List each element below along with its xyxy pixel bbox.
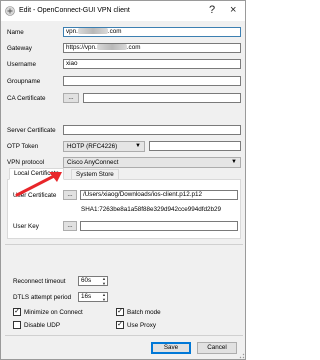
cancel-button[interactable]: Cancel bbox=[197, 342, 237, 354]
resize-grip-icon[interactable] bbox=[237, 351, 245, 359]
server-certificate-label: Server Certificate bbox=[7, 127, 56, 134]
user-key-label: User Key bbox=[13, 223, 39, 230]
gateway-value-prefix: https://vpn. bbox=[66, 44, 97, 51]
red-arrow-annotation bbox=[15, 172, 62, 197]
reconnect-timeout-label: Reconnect timeout bbox=[13, 278, 66, 285]
title-bar[interactable]: Edit - OpenConnect-GUI VPN client ? × bbox=[1, 1, 245, 21]
reconnect-timeout-spinbox[interactable]: 60s ▲ ▼ bbox=[78, 276, 108, 286]
vpn-protocol-dropdown[interactable]: Cisco AnyConnect ▼ bbox=[63, 157, 241, 168]
dtls-attempt-period-value: 16s bbox=[81, 293, 92, 300]
name-value-suffix: .com bbox=[107, 28, 122, 35]
otp-token-field[interactable] bbox=[149, 141, 241, 151]
name-value-prefix: vpn. bbox=[66, 28, 78, 35]
gateway-field[interactable]: https://vpn. .com bbox=[63, 43, 241, 53]
close-icon[interactable]: × bbox=[230, 4, 236, 16]
ca-certificate-browse-button[interactable]: ... bbox=[63, 93, 79, 103]
ca-certificate-field[interactable] bbox=[83, 93, 241, 103]
chevron-down-icon: ▼ bbox=[135, 143, 141, 149]
batch-mode-checkbox[interactable]: ✓ bbox=[116, 308, 124, 316]
minimize-on-connect-checkbox[interactable]: ✓ bbox=[13, 308, 21, 316]
user-certificate-field[interactable]: /Users/xiaog/Downloads/ios-client.p12.p1… bbox=[80, 190, 238, 200]
window-title: Edit - OpenConnect-GUI VPN client bbox=[19, 7, 130, 14]
otp-token-type-dropdown[interactable]: HOTP (RFC4226) ▼ bbox=[63, 141, 145, 152]
name-field[interactable]: vpn. .com bbox=[63, 27, 241, 37]
groupname-label: Groupname bbox=[7, 78, 41, 85]
dtls-attempt-period-spinbox[interactable]: 16s ▲ ▼ bbox=[78, 292, 108, 302]
chevron-down-icon: ▼ bbox=[231, 159, 237, 165]
edit-dialog-window: Edit - OpenConnect-GUI VPN client ? × Na… bbox=[0, 0, 246, 360]
vpn-protocol-label: VPN protocol bbox=[7, 159, 45, 166]
user-certificate-browse-button[interactable]: ... bbox=[63, 190, 77, 200]
minimize-on-connect-label: Minimize on Connect bbox=[24, 309, 83, 316]
redacted-blur bbox=[77, 28, 108, 34]
use-proxy-checkbox[interactable]: ✓ bbox=[116, 321, 124, 329]
gateway-value-suffix: .com bbox=[126, 44, 141, 51]
openconnect-app-icon bbox=[5, 6, 15, 16]
gateway-label: Gateway bbox=[7, 45, 32, 52]
name-label: Name bbox=[7, 29, 24, 36]
help-icon[interactable]: ? bbox=[209, 4, 215, 16]
reconnect-timeout-value: 60s bbox=[81, 277, 92, 284]
user-key-browse-button[interactable]: ... bbox=[63, 221, 77, 231]
save-button[interactable]: Save bbox=[151, 342, 191, 354]
otp-token-type-value: HOTP (RFC4226) bbox=[67, 143, 118, 150]
server-certificate-field[interactable] bbox=[63, 125, 241, 135]
otp-token-label: OTP Token bbox=[7, 143, 39, 150]
spin-arrows-icon[interactable]: ▲ ▼ bbox=[102, 276, 106, 286]
disable-udp-label: Disable UDP bbox=[24, 322, 61, 329]
groupname-field[interactable] bbox=[63, 76, 241, 86]
certificate-sha1: SHA1:7263be8a1a58f88e329d942cce994dfd2b2… bbox=[81, 206, 222, 213]
user-key-field[interactable] bbox=[80, 221, 238, 231]
spin-arrows-icon[interactable]: ▲ ▼ bbox=[102, 292, 106, 302]
username-field[interactable]: xiao bbox=[63, 59, 241, 69]
batch-mode-label: Batch mode bbox=[127, 309, 161, 316]
username-label: Username bbox=[7, 61, 37, 68]
section-divider bbox=[5, 244, 243, 245]
vpn-protocol-value: Cisco AnyConnect bbox=[67, 159, 119, 166]
use-proxy-label: Use Proxy bbox=[127, 322, 157, 329]
dtls-attempt-period-label: DTLS attempt period bbox=[13, 294, 72, 301]
redacted-blur bbox=[96, 44, 127, 50]
ca-certificate-label: CA Certificate bbox=[7, 95, 46, 102]
footer-divider bbox=[5, 335, 243, 336]
disable-udp-checkbox[interactable] bbox=[13, 321, 21, 329]
